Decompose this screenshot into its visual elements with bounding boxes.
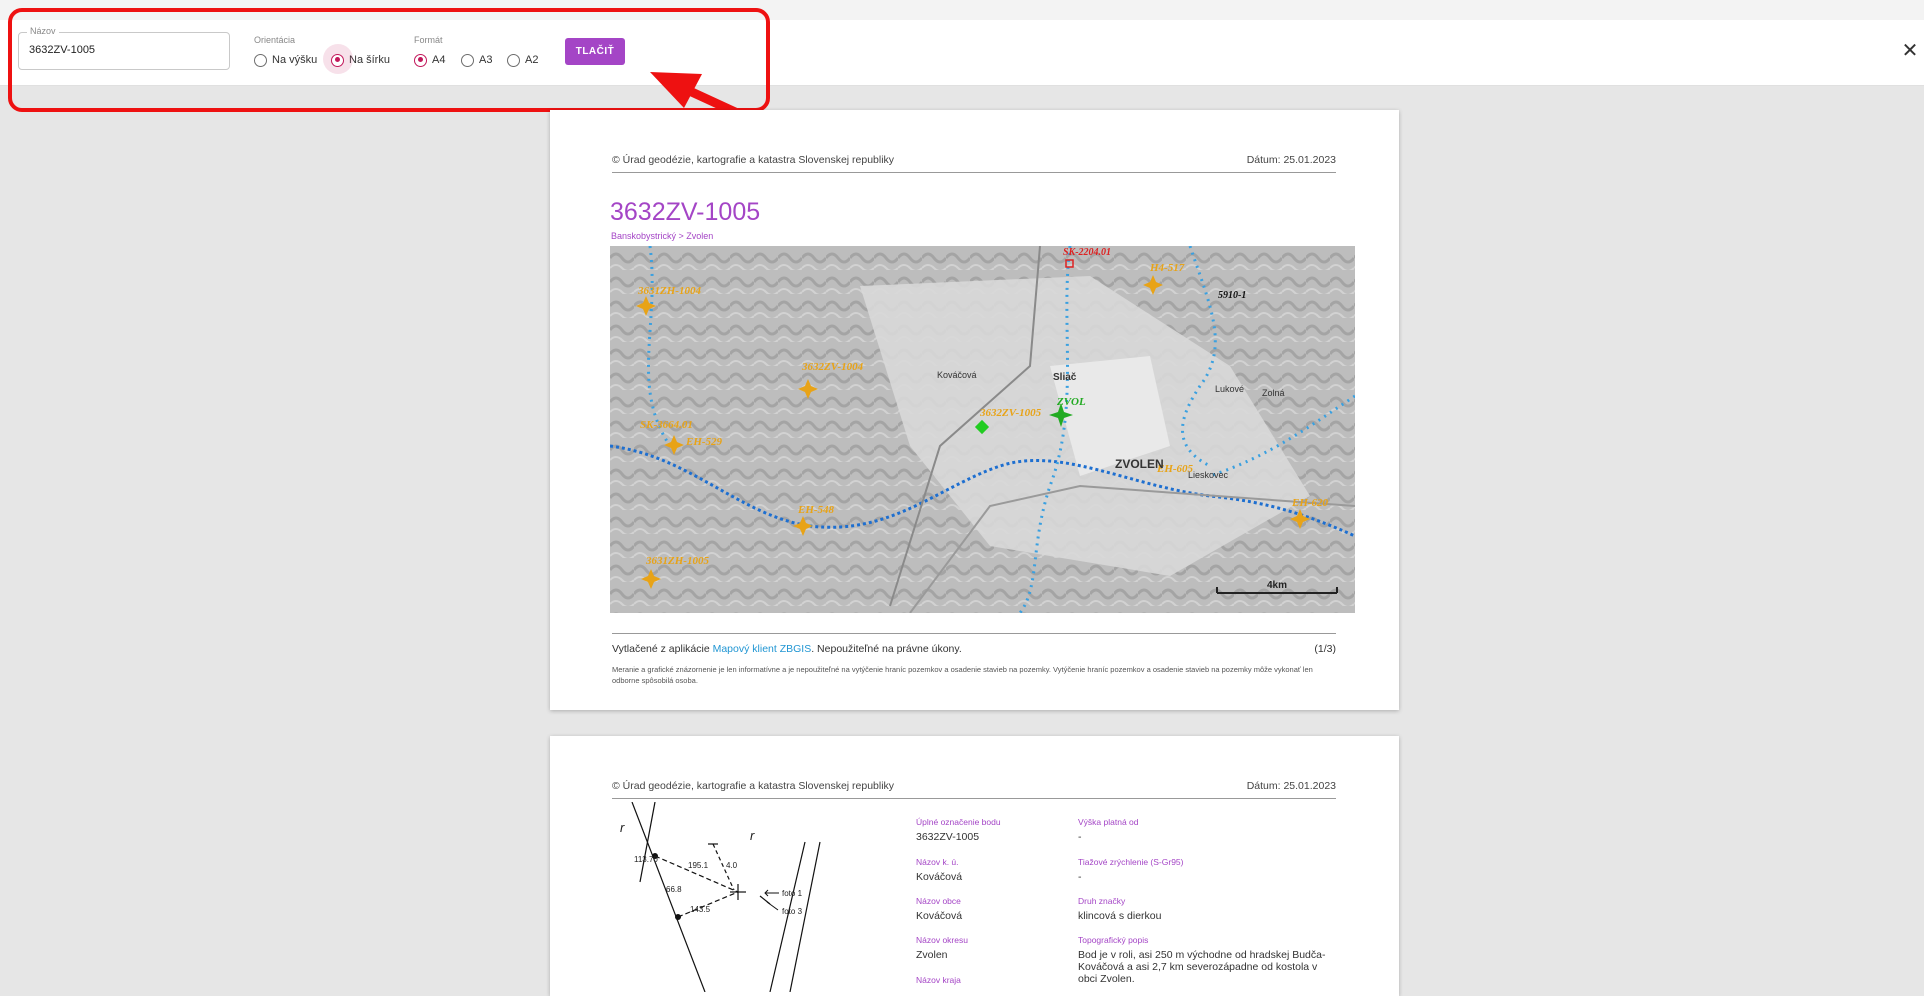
sketch-label: 4.0 <box>726 861 738 870</box>
print-button[interactable]: TLAČIŤ <box>565 38 625 65</box>
map-label: Zolná <box>1262 388 1285 398</box>
field-key: Názov kraja <box>916 975 961 985</box>
close-icon[interactable]: ✕ <box>1900 41 1920 61</box>
info-field: Úplné označenie bodu 3632ZV-1005 <box>916 817 1001 843</box>
zbgis-link[interactable]: Mapový klient ZBGIS <box>713 643 812 655</box>
map-label: 3632ZV-1005 <box>979 407 1042 419</box>
field-value: Bod je v roli, asi 250 m východne od hra… <box>1078 949 1326 985</box>
print-preview-page-2: © Úrad geodézie, kartografie a katastra … <box>550 736 1399 996</box>
sketch-label: 143.5 <box>690 905 711 914</box>
sketch-label: 195.1 <box>688 861 709 870</box>
radio-dot[interactable] <box>461 53 474 67</box>
copyright-text: © Úrad geodézie, kartografie a katastra … <box>612 154 895 166</box>
info-field: Názov k. ú. Kováčová <box>916 857 962 883</box>
map-label: SK-3664.01 <box>640 419 693 431</box>
field-key: Druh značky <box>1078 896 1126 906</box>
orientation-landscape-radio[interactable]: Na šírku <box>323 44 390 74</box>
region-breadcrumb: Banskobystrický > Zvolen <box>611 231 714 241</box>
field-value: 3632ZV-1005 <box>916 831 980 843</box>
map-label: 3632ZV-1004 <box>801 361 864 373</box>
info-field: Druh značky klincová s dierkou <box>1078 896 1161 922</box>
top-strip <box>0 0 1924 20</box>
name-field-label: Názov <box>27 26 59 36</box>
sketch-label: foto 3 <box>782 907 803 916</box>
map-label: ZVOLEN <box>1115 457 1164 471</box>
sketch-label: foto 1 <box>782 889 803 898</box>
radio-dot[interactable] <box>414 53 427 67</box>
orientation-label: Orientácia <box>254 35 296 45</box>
format-a2-label: A2 <box>525 54 539 66</box>
map-label: EH-620 <box>1291 497 1329 509</box>
footer-divider <box>612 633 1336 634</box>
field-value: Kováčová <box>916 871 963 883</box>
map-svg: 3631ZH-1004 3632ZV-1004 SK-3664.01 EH-52… <box>610 246 1355 613</box>
field-key: Topografický popis <box>1078 935 1149 945</box>
page-header: © Úrad geodézie, kartografie a katastra … <box>612 780 1336 799</box>
format-a3-radio[interactable]: A3 <box>461 51 492 69</box>
point-location-sketch: r r 113.70 66.8 195.1 143.5 4.0 foto 1 f… <box>620 802 821 992</box>
info-field: Názov okresu Zvolen <box>916 935 968 961</box>
disclaimer-text: Meranie a grafické znázornenie je len in… <box>612 665 1313 685</box>
scale-label: 4km <box>1267 580 1287 591</box>
field-value: Kováčová <box>916 910 963 922</box>
map-label: SK-2204.01 <box>1063 247 1111 258</box>
map-image: 3631ZH-1004 3632ZV-1004 SK-3664.01 EH-52… <box>610 246 1355 613</box>
map-label: 5910-1 <box>1218 290 1246 301</box>
point-title: 3632ZV-1005 <box>610 198 761 226</box>
orientation-portrait-label: Na výšku <box>272 54 318 66</box>
map-label: EH-529 <box>685 436 723 448</box>
radio-dot[interactable] <box>507 53 520 67</box>
field-key: Názov k. ú. <box>916 857 959 867</box>
field-value: - <box>1078 871 1082 883</box>
field-value: klincová s dierkou <box>1078 910 1162 922</box>
map-label: H4-517 <box>1149 262 1185 274</box>
map-label: EH-548 <box>797 504 835 516</box>
info-field: Názov obce Kováčová <box>916 896 962 922</box>
radio-dot[interactable] <box>331 53 344 67</box>
sketch-label: 66.8 <box>666 885 682 894</box>
footer-prefix: Vytlačené z aplikácie <box>612 643 713 655</box>
sketch-label: 113.70 <box>634 855 658 864</box>
name-input[interactable] <box>27 43 221 57</box>
field-key: Tiažové zrýchlenie (S-Gr95) <box>1078 857 1184 867</box>
format-label: Formát <box>414 35 443 45</box>
info-field: Názov kraja <box>916 975 961 989</box>
field-key: Názov obce <box>916 896 961 906</box>
footer-suffix: . Nepoužiteľné na právne úkony. <box>811 643 962 655</box>
page-number: (1/3) <box>1314 643 1336 655</box>
map-label: 3631ZH-1005 <box>645 555 709 567</box>
field-value: - <box>1078 831 1082 843</box>
format-a2-radio[interactable]: A2 <box>507 51 538 69</box>
print-toolbar: Názov Orientácia Na výšku Na šírku Formá… <box>0 20 1924 86</box>
orientation-portrait-radio[interactable]: Na výšku <box>254 51 317 69</box>
info-field: Topografický popis Bod je v roli, asi 25… <box>1078 935 1328 985</box>
info-field: Výška platná od - <box>1078 817 1138 843</box>
format-a3-label: A3 <box>479 54 493 66</box>
print-preview-page-1: © Úrad geodézie, kartografie a katastra … <box>550 110 1399 710</box>
name-field[interactable]: Názov <box>18 26 230 70</box>
format-a4-radio[interactable]: A4 <box>414 51 445 69</box>
page-header: © Úrad geodézie, kartografie a katastra … <box>612 154 1336 173</box>
radio-dot[interactable] <box>254 53 267 67</box>
map-label: Kováčová <box>937 370 977 380</box>
page-footer: Vytlačené z aplikácie Mapový klient ZBGI… <box>612 643 1336 655</box>
info-field: Tiažové zrýchlenie (S-Gr95) - <box>1078 857 1184 883</box>
field-key: Názov okresu <box>916 935 968 945</box>
field-key: Výška platná od <box>1078 817 1139 827</box>
copyright-text: © Úrad geodézie, kartografie a katastra … <box>612 780 895 792</box>
map-label: 3631ZH-1004 <box>637 285 701 297</box>
photo-arrow-icon <box>764 889 779 911</box>
print-date: Dátum: 25.01.2023 <box>1246 780 1336 792</box>
field-value: Zvolen <box>916 949 948 961</box>
map-label: Lieskovec <box>1188 470 1229 480</box>
map-label: Sliač <box>1053 372 1077 383</box>
format-a4-label: A4 <box>432 54 446 66</box>
orientation-landscape-label: Na šírku <box>349 54 390 66</box>
map-label: Lukové <box>1215 384 1244 394</box>
field-key: Úplné označenie bodu <box>916 817 1001 827</box>
sketch-label: r <box>750 828 755 843</box>
print-date: Dátum: 25.01.2023 <box>1246 154 1336 166</box>
sketch-label: r <box>620 820 625 835</box>
